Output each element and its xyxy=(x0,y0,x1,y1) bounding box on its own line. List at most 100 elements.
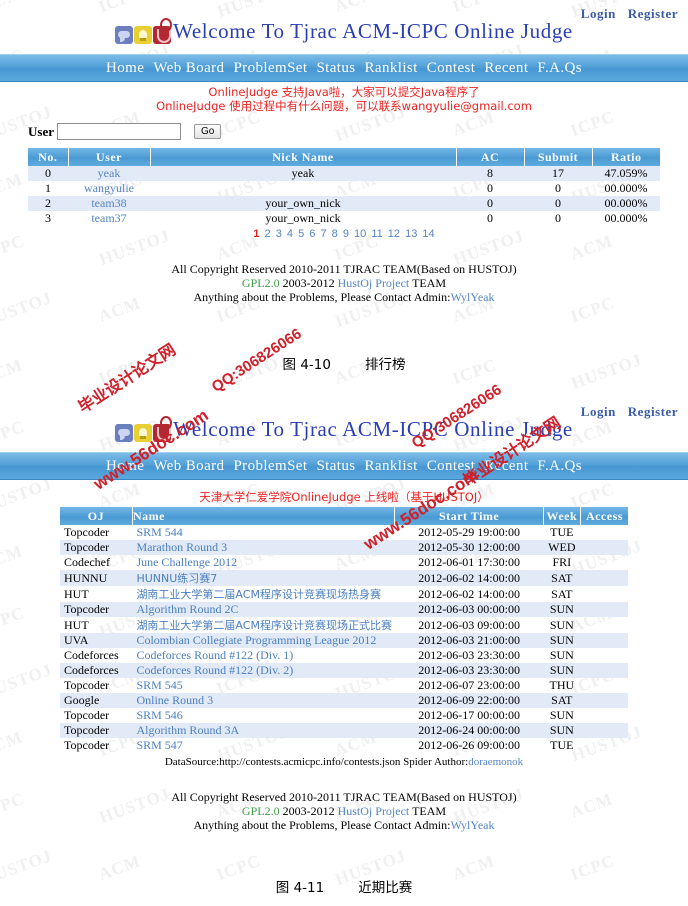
pagination-page-11[interactable]: 11 xyxy=(371,228,382,240)
nav-item-contest[interactable]: Contest xyxy=(427,60,476,77)
contest-link[interactable]: SRM 546 xyxy=(136,708,182,722)
cell-user[interactable]: team37 xyxy=(68,211,150,226)
cell-name[interactable]: HUNNU练习赛7 xyxy=(132,570,395,586)
nav-item-problemset[interactable]: ProblemSet xyxy=(233,60,307,77)
cell-name[interactable]: Marathon Round 3 xyxy=(132,540,395,555)
nav-item-contest[interactable]: Contest xyxy=(427,458,476,475)
nav-item-web-board[interactable]: Web Board xyxy=(153,458,224,475)
cell-oj: UVA xyxy=(60,633,133,648)
nav-item-faqs[interactable]: F.A.Qs xyxy=(537,458,582,475)
cell-name[interactable]: 湖南工业大学第二届ACM程序设计竞赛现场正式比赛 xyxy=(132,617,395,633)
contest-link[interactable]: 湖南工业大学第二届ACM程序设计竞赛现场热身赛 xyxy=(136,588,381,601)
figure-title-2: 近期比赛 xyxy=(358,880,413,896)
cell-user[interactable]: yeak xyxy=(68,166,150,181)
pagination-page-12[interactable]: 12 xyxy=(388,228,400,240)
footer-admin-link[interactable]: WylYeak xyxy=(450,818,494,832)
pagination-page-7[interactable]: 7 xyxy=(320,228,326,240)
table-header-row: OJ Name Start Time Week Access xyxy=(60,507,628,525)
cell-name[interactable]: Algorithm Round 2C xyxy=(132,602,395,617)
spider-author-link[interactable]: doraemonok xyxy=(468,756,523,768)
cell-name[interactable]: SRM 544 xyxy=(132,525,395,540)
col-header-no[interactable]: No. xyxy=(28,148,69,166)
nav-item-home[interactable]: Home xyxy=(106,458,144,475)
cell-week: SUN xyxy=(549,648,574,662)
nav-item-problemset[interactable]: ProblemSet xyxy=(233,458,307,475)
contest-link[interactable]: June Challenge 2012 xyxy=(136,555,237,569)
col-header-week[interactable]: Week xyxy=(543,507,581,525)
pagination-page-4[interactable]: 4 xyxy=(287,228,293,240)
pagination-page-13[interactable]: 13 xyxy=(405,228,417,240)
pagination-page-10[interactable]: 10 xyxy=(354,228,366,240)
figure-caption-4-11: 图 4-11 近期比赛 xyxy=(0,876,688,896)
cell-user[interactable]: team38 xyxy=(68,196,150,211)
cell-name[interactable]: SRM 546 xyxy=(132,708,395,723)
contest-link[interactable]: SRM 545 xyxy=(136,678,182,692)
table-row: 0 yeak yeak 8 17 47.059% xyxy=(28,166,660,181)
contest-link[interactable]: Colombian Collegiate Programming League … xyxy=(136,633,376,647)
cell-access xyxy=(580,570,628,586)
col-header-name[interactable]: Name xyxy=(132,507,396,525)
pagination-page-1[interactable]: 1 xyxy=(253,228,259,240)
pagination-page-14[interactable]: 14 xyxy=(422,228,434,240)
cell-start-time: 2012-06-03 09:00:00 xyxy=(418,617,520,632)
cell-name[interactable]: Colombian Collegiate Programming League … xyxy=(132,633,395,648)
lightbulb-icon xyxy=(134,26,153,44)
contest-link[interactable]: 湖南工业大学第二届ACM程序设计竞赛现场正式比赛 xyxy=(136,619,392,632)
col-header-oj[interactable]: OJ xyxy=(60,507,133,525)
col-header-submit[interactable]: Submit xyxy=(524,148,593,166)
nav-item-recent[interactable]: Recent xyxy=(484,458,528,475)
contest-link[interactable]: Online Round 3 xyxy=(136,693,213,707)
cell-user[interactable]: wangyulie xyxy=(68,181,150,196)
pagination-page-6[interactable]: 6 xyxy=(309,228,315,240)
cell-name[interactable]: June Challenge 2012 xyxy=(132,555,395,570)
cell-name[interactable]: Codeforces Round #122 (Div. 1) xyxy=(132,648,395,663)
pagination[interactable]: 1 2 3 4 5 6 7 8 9 10 11 12 13 14 xyxy=(28,226,660,240)
cell-name[interactable]: SRM 547 xyxy=(132,738,395,753)
cell-name[interactable]: Online Round 3 xyxy=(132,693,395,708)
contest-link[interactable]: Algorithm Round 2C xyxy=(136,602,238,616)
main-navigation-2[interactable]: Home Web Board ProblemSet Status Ranklis… xyxy=(0,452,688,480)
cell-name[interactable]: Algorithm Round 3A xyxy=(132,723,395,738)
cell-name[interactable]: Codeforces Round #122 (Div. 2) xyxy=(132,663,395,678)
user-link[interactable]: team38 xyxy=(91,196,126,210)
pagination-page-3[interactable]: 3 xyxy=(276,228,282,240)
nav-item-web-board[interactable]: Web Board xyxy=(153,60,224,77)
contest-link[interactable]: SRM 547 xyxy=(136,738,182,752)
col-header-access[interactable]: Access xyxy=(580,507,628,525)
nav-item-ranklist[interactable]: Ranklist xyxy=(365,60,418,77)
nav-item-recent[interactable]: Recent xyxy=(484,60,528,77)
nav-item-home[interactable]: Home xyxy=(106,60,144,77)
cell-name[interactable]: 湖南工业大学第二届ACM程序设计竞赛现场热身赛 xyxy=(132,586,395,602)
search-input[interactable] xyxy=(57,123,181,140)
user-link[interactable]: team37 xyxy=(91,211,126,225)
contest-table-body: Topcoder SRM 544 2012-05-29 19:00:00 TUE Top… xyxy=(60,525,628,753)
nav-item-status[interactable]: Status xyxy=(316,60,355,77)
cell-name[interactable]: SRM 545 xyxy=(132,678,395,693)
contest-link[interactable]: Algorithm Round 3A xyxy=(136,723,239,737)
footer-hustoj-link[interactable]: HustOj Project xyxy=(338,276,410,290)
pagination-page-5[interactable]: 5 xyxy=(298,228,304,240)
cell-access xyxy=(580,633,628,648)
contest-link[interactable]: Codeforces Round #122 (Div. 1) xyxy=(136,648,293,662)
nav-item-faqs[interactable]: F.A.Qs xyxy=(537,60,582,77)
col-header-user[interactable]: User xyxy=(68,148,151,166)
nav-item-status[interactable]: Status xyxy=(316,458,355,475)
pagination-page-9[interactable]: 9 xyxy=(343,228,349,240)
go-button[interactable]: Go xyxy=(194,124,222,139)
footer-admin-link[interactable]: WylYeak xyxy=(450,290,494,304)
col-header-start-time[interactable]: Start Time xyxy=(394,507,544,525)
col-header-nick[interactable]: Nick Name xyxy=(150,148,457,166)
user-link[interactable]: wangyulie xyxy=(84,181,134,195)
user-link[interactable]: yeak xyxy=(98,166,121,180)
nav-item-ranklist[interactable]: Ranklist xyxy=(365,458,418,475)
footer-hustoj-link[interactable]: HustOj Project xyxy=(338,804,410,818)
col-header-ac[interactable]: AC xyxy=(456,148,525,166)
col-header-ratio[interactable]: Ratio xyxy=(592,148,660,166)
pagination-page-8[interactable]: 8 xyxy=(332,228,338,240)
pagination-page-2[interactable]: 2 xyxy=(265,228,271,240)
main-navigation[interactable]: Home Web Board ProblemSet Status Ranklis… xyxy=(0,54,688,82)
contest-link[interactable]: Codeforces Round #122 (Div. 2) xyxy=(136,663,293,677)
contest-link[interactable]: Marathon Round 3 xyxy=(136,540,227,554)
contest-link[interactable]: SRM 544 xyxy=(136,525,182,539)
contest-link[interactable]: HUNNU练习赛7 xyxy=(136,572,217,585)
